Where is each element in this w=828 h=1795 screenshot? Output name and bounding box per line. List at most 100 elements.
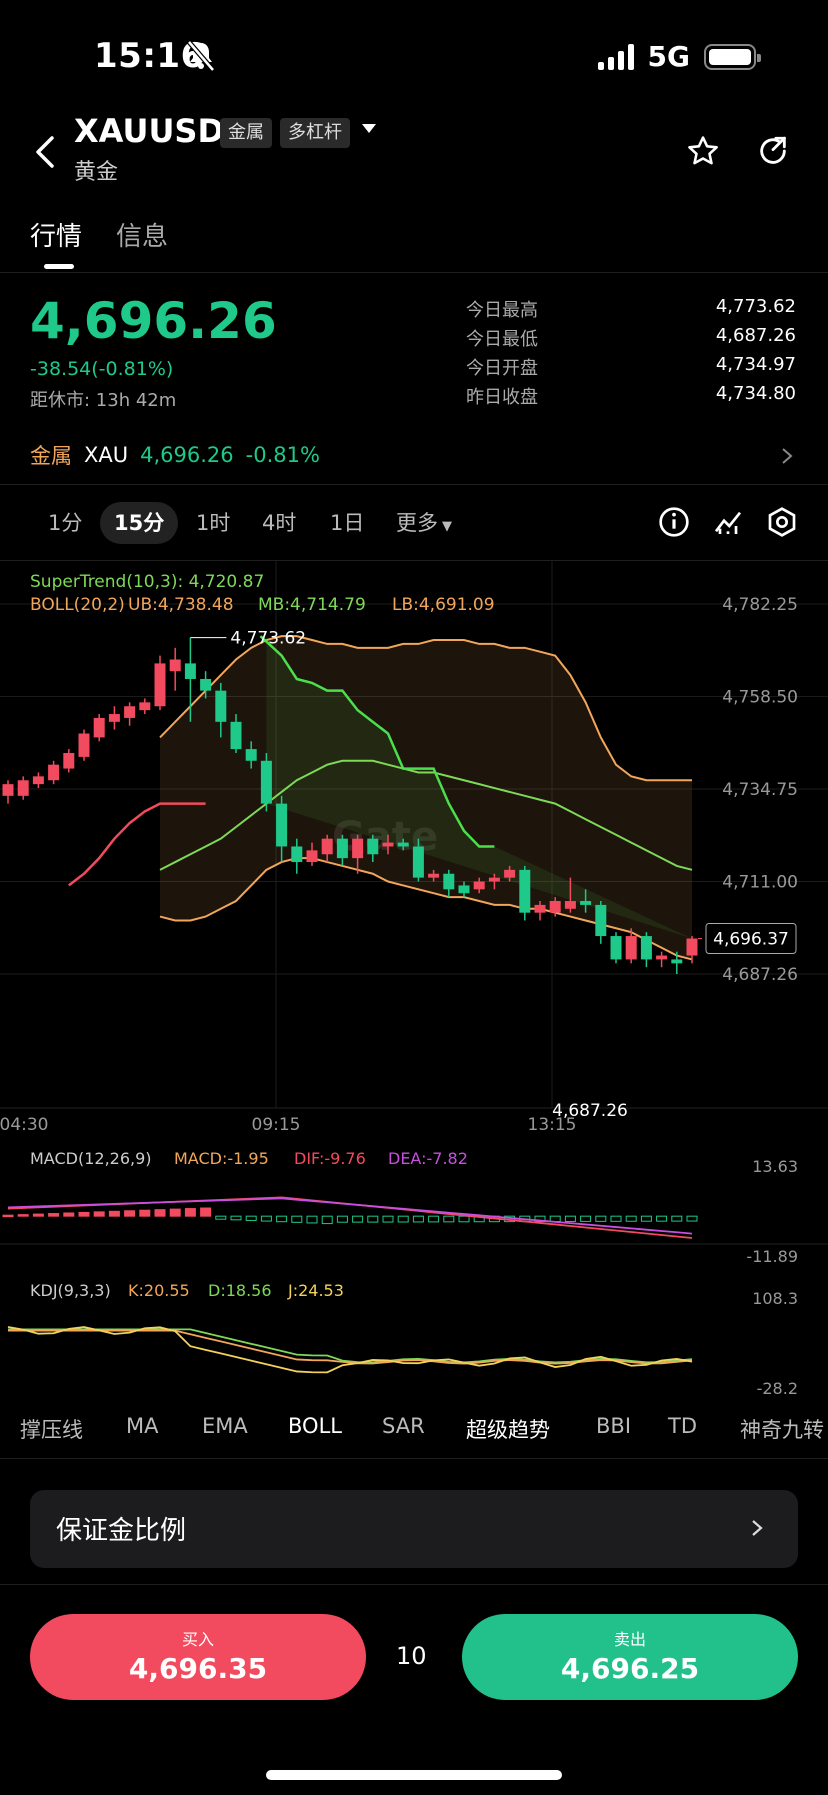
indicator-tab-td[interactable]: TD [668, 1414, 697, 1438]
current-price-label: 4,696.37 [713, 930, 789, 950]
kdj-d-line [8, 1328, 693, 1364]
macd-tick-label: -11.89 [746, 1247, 798, 1266]
macd-histogram-bar [671, 1215, 683, 1222]
macd-histogram-bar [412, 1215, 424, 1223]
candle-body [184, 663, 196, 679]
candle-body [625, 936, 637, 960]
candle-body [245, 749, 257, 761]
y-tick-label: 4,687.26 [722, 965, 798, 985]
macd-histogram-bar [291, 1215, 303, 1223]
draw-tool-icon[interactable] [712, 506, 744, 538]
buy-price: 4,696.35 [128, 1652, 268, 1685]
share-icon[interactable] [756, 134, 790, 168]
macd-histogram-bar [352, 1215, 364, 1223]
y-tick-label: 4,711.00 [722, 873, 798, 893]
candle-body [78, 733, 90, 757]
quantity-display[interactable]: 10 [396, 1642, 427, 1670]
metal-divider [0, 484, 828, 485]
candle-body [534, 904, 546, 913]
signal-icon [597, 43, 634, 70]
indicator-tab-sar[interactable]: SAR [382, 1414, 425, 1438]
chevron-right-icon[interactable] [780, 446, 794, 466]
back-icon[interactable] [30, 132, 60, 172]
macd-histogram-bar [108, 1210, 120, 1217]
symbol-dropdown-icon[interactable] [362, 124, 376, 133]
tab-info[interactable]: 信息 [116, 216, 168, 253]
candle-body [48, 764, 60, 781]
sell-price: 4,696.25 [560, 1652, 700, 1685]
macd-legend: MACD(12,26,9) [30, 1149, 152, 1168]
low-marker-label: 4,687.26 [552, 1101, 628, 1121]
info-icon[interactable] [658, 506, 690, 538]
settings-icon[interactable] [766, 506, 798, 538]
macd-histogram-bar [124, 1210, 136, 1217]
candle-body [2, 784, 14, 796]
boll-mb-legend: MB:4,714.79 [258, 595, 366, 615]
timeframe-more[interactable]: 更多 ▼ [382, 502, 466, 544]
indicator-tab-ema[interactable]: EMA [202, 1414, 248, 1438]
candle-body [397, 842, 409, 847]
candle-body [306, 850, 318, 863]
margin-divider [0, 1584, 828, 1585]
candle-body [519, 869, 531, 913]
price-change: -38.54(-0.81%) [30, 358, 174, 380]
timeframe-1h[interactable]: 1时 [182, 502, 244, 544]
macd-histogram-bar [428, 1215, 440, 1223]
macd-histogram-bar [656, 1215, 668, 1222]
y-tick-label: 4,734.75 [722, 780, 798, 800]
timeframe-1m[interactable]: 1分 [34, 502, 96, 544]
metal-index-row[interactable]: 金属 XAU 4,696.26 -0.81% [30, 440, 320, 470]
battery-icon [704, 43, 761, 70]
timeframe-1d[interactable]: 1日 [316, 502, 378, 544]
macd-histogram-bar [245, 1215, 257, 1221]
macd-histogram-bar [367, 1215, 379, 1223]
kline-chart[interactable]: Gate 4,782.254,758.504,734.754,711.004,6… [0, 560, 828, 1402]
macd-histogram-bar [17, 1214, 29, 1217]
candle-body [473, 881, 485, 890]
indicator-tab-boll[interactable]: BOLL [288, 1414, 342, 1438]
indicator-tab-ma[interactable]: MA [126, 1414, 158, 1438]
home-indicator [266, 1770, 562, 1780]
metal-category: 金属 [30, 444, 72, 468]
sell-label: 卖出 [613, 1630, 646, 1649]
candle-body [610, 936, 622, 960]
supertrend-legend: SuperTrend(10,3): 4,720.87 [30, 572, 264, 592]
candle-body [215, 690, 227, 722]
boll-ub-legend: UB:4,738.48 [128, 595, 234, 615]
macd-histogram-bar [640, 1215, 652, 1222]
k-value: K:20.55 [128, 1281, 190, 1300]
indicator-tab-support[interactable]: 撑压线 [20, 1414, 83, 1444]
status-right: 5G [597, 40, 761, 73]
indicator-tab-supertrend[interactable]: 超级趋势 [466, 1414, 550, 1444]
metal-symbol: XAU [84, 443, 129, 467]
macd-histogram-bar [215, 1215, 227, 1220]
margin-chevron-icon [752, 1520, 763, 1536]
candle-body [458, 885, 470, 894]
macd-value: MACD:-1.95 [174, 1149, 269, 1168]
candle-body [291, 846, 303, 863]
macd-histogram-bar [397, 1215, 409, 1223]
tabs-divider [0, 1458, 828, 1459]
margin-label: 保证金比例 [56, 1516, 187, 1546]
indicator-tab-bbi[interactable]: BBI [596, 1414, 631, 1438]
x-tick-label: 09:15 [252, 1115, 301, 1135]
macd-histogram-bar [260, 1215, 272, 1222]
timeframe-15m[interactable]: 15分 [100, 502, 179, 544]
candle-body [671, 959, 683, 964]
candle-body [124, 706, 136, 718]
candle-body [169, 659, 181, 672]
macd-histogram-bar [230, 1215, 242, 1221]
macd-histogram-bar [48, 1213, 60, 1217]
sell-button[interactable]: 卖出 4,696.25 [462, 1614, 798, 1700]
buy-button[interactable]: 买入 4,696.35 [30, 1614, 366, 1700]
candle-body [367, 838, 379, 855]
boll-lb-legend: LB:4,691.09 [392, 595, 495, 615]
macd-histogram-bar [564, 1215, 576, 1222]
tab-market[interactable]: 行情 [30, 216, 82, 253]
macd-histogram-bar [93, 1211, 105, 1217]
star-icon[interactable] [686, 134, 720, 168]
indicator-tab-nine[interactable]: 神奇九转 [740, 1414, 828, 1444]
timeframe-4h[interactable]: 4时 [248, 502, 310, 544]
high-marker-label: 4,773.62 [230, 629, 306, 649]
candle-body [276, 803, 288, 847]
